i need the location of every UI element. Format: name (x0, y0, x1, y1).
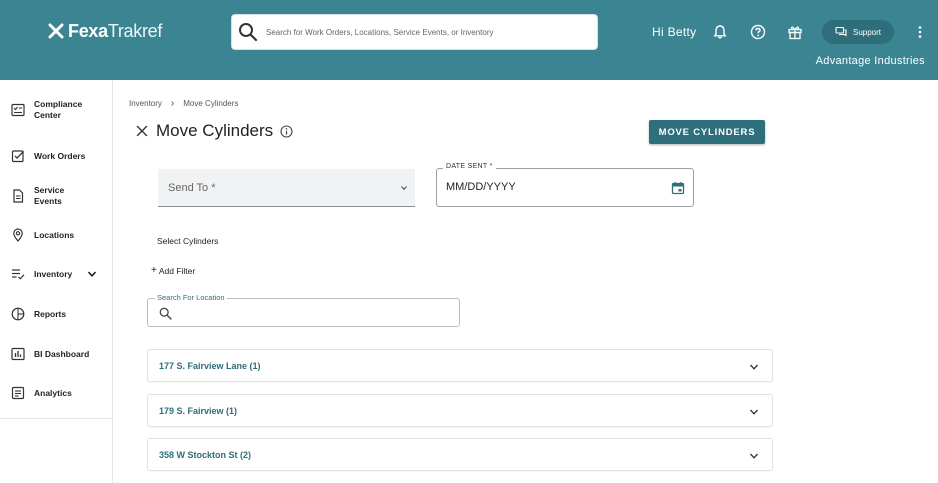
sidebar-item-work-orders[interactable]: Work Orders (0, 141, 113, 171)
top-header: Fexa Trakref Hi Betty Support Advantage … (0, 0, 938, 80)
company-name: Advantage Industries (815, 55, 925, 67)
add-filter-button[interactable]: + Add Filter (151, 265, 195, 276)
location-search-field[interactable]: Search For Location (147, 293, 460, 327)
logo-text-bold: Fexa (68, 20, 108, 41)
sidebar-item-locations[interactable]: Locations (0, 220, 113, 250)
location-accordion[interactable]: 177 S. Fairview Lane (1) (147, 349, 773, 382)
global-search-input[interactable] (266, 27, 586, 37)
bell-icon[interactable] (712, 24, 728, 40)
add-filter-label: Add Filter (158, 265, 196, 276)
map-pin-icon (11, 228, 25, 242)
chevron-down-icon (401, 186, 407, 191)
gift-icon[interactable] (787, 24, 803, 40)
bar-chart-icon (11, 347, 25, 361)
user-greeting[interactable]: Hi Betty (652, 25, 696, 39)
more-vertical-icon[interactable] (912, 24, 928, 40)
date-sent-input[interactable] (446, 181, 646, 193)
compliance-icon (11, 103, 25, 117)
chevron-down-icon[interactable] (749, 451, 759, 461)
checkbox-icon (11, 149, 25, 163)
sidebar-item-label: Locations (34, 229, 75, 240)
send-to-label: Send To * (168, 181, 216, 194)
select-cylinders-heading: Select Cylinders (157, 236, 219, 246)
app-logo[interactable]: Fexa Trakref (48, 20, 162, 42)
move-cylinders-button[interactable]: MOVE CYLINDERS (649, 120, 765, 144)
sidebar-item-label: Inventory (34, 268, 73, 279)
send-to-select[interactable]: Send To * (158, 169, 415, 207)
logo-text-light: Trakref (107, 20, 163, 41)
logo-mark-icon (48, 23, 64, 39)
sidebar-item-compliance-center[interactable]: Compliance Center (0, 95, 113, 125)
document-icon (11, 189, 25, 203)
location-accordion-title: 179 S. Fairview (1) (159, 405, 238, 416)
sidebar-item-label: Compliance Center (34, 99, 83, 120)
breadcrumb-item-current: Move Cylinders (183, 99, 239, 108)
location-accordion[interactable]: 179 S. Fairview (1) (147, 394, 773, 427)
analytics-icon (11, 386, 25, 400)
global-search[interactable] (231, 14, 598, 50)
chat-icon (835, 26, 847, 37)
date-sent-field[interactable]: DATE SENT * (436, 163, 694, 207)
pie-chart-icon (11, 307, 25, 321)
support-label: Support (852, 27, 882, 37)
support-button[interactable]: Support (822, 20, 894, 44)
sidebar-item-label: Analytics (34, 387, 72, 398)
chevron-down-icon[interactable] (86, 268, 98, 280)
date-sent-label: DATE SENT * (443, 163, 496, 170)
sidebar-item-bi-dashboard[interactable]: BI Dashboard (0, 339, 113, 369)
help-circle-icon[interactable] (750, 24, 766, 40)
chevron-down-icon[interactable] (749, 407, 759, 417)
breadcrumb: Inventory › Move Cylinders (129, 98, 238, 109)
calendar-icon[interactable] (671, 181, 685, 195)
sidebar-item-label: BI Dashboard (34, 348, 90, 359)
sidebar-item-inventory[interactable]: Inventory (0, 259, 113, 289)
plus-icon: + (151, 265, 157, 276)
location-accordion-title: 358 W Stockton St (2) (159, 449, 252, 460)
search-icon (239, 23, 258, 42)
sidebar-item-analytics[interactable]: Analytics (0, 378, 113, 408)
location-accordion[interactable]: 358 W Stockton St (2) (147, 438, 773, 471)
breadcrumb-separator: › (170, 98, 175, 109)
sidebar-divider (0, 418, 112, 419)
close-icon[interactable] (136, 125, 148, 137)
sidebar-item-label: Work Orders (34, 150, 86, 161)
search-icon (159, 307, 172, 320)
page-title: Move Cylinders (156, 121, 274, 140)
sidebar-item-reports[interactable]: Reports (0, 299, 113, 329)
sidebar-item-service-events[interactable]: Service Events (0, 181, 113, 211)
location-accordion-title: 177 S. Fairview Lane (1) (159, 360, 261, 371)
list-check-icon (11, 267, 25, 281)
sidebar-nav: Compliance Center Work Orders Service Ev… (0, 80, 113, 483)
chevron-down-icon[interactable] (749, 362, 759, 372)
info-icon[interactable] (280, 125, 293, 138)
location-search-label: Search For Location (155, 293, 227, 302)
sidebar-item-label: Service Events (34, 185, 65, 206)
sidebar-item-label: Reports (34, 308, 67, 319)
breadcrumb-item-inventory[interactable]: Inventory (129, 99, 162, 108)
location-search-input[interactable] (180, 305, 450, 321)
